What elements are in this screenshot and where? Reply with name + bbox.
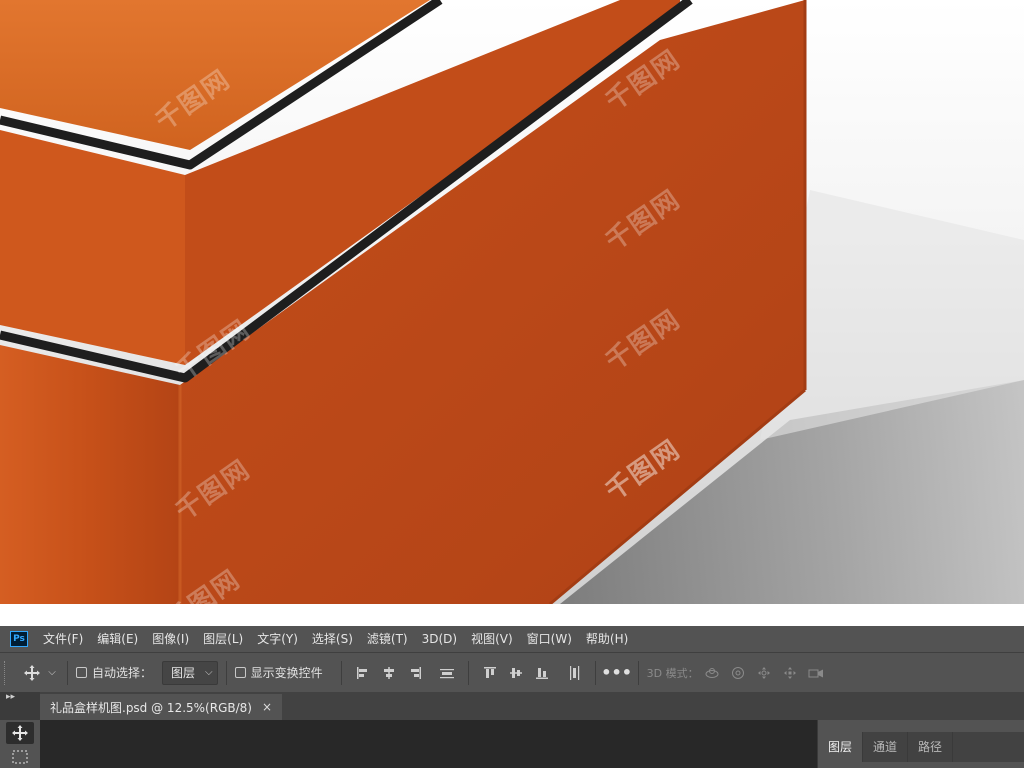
align-bottom-icon[interactable] [529,660,555,686]
auto-select-label: 自动选择： [92,666,153,680]
workspace: 图层 通道 路径 [0,720,1024,768]
divider [67,660,68,685]
menu-window[interactable]: 窗口(W) [520,626,579,652]
divider [467,660,469,685]
auto-select-target-value: 图层 [171,666,196,680]
3d-orbit-icon[interactable] [699,660,725,686]
divider [340,660,342,685]
product-photo: 千图网 千图网 千图网 千图网 千图网 千图网 千图网 千图网 [0,0,1024,604]
3d-camera-icon[interactable] [803,660,829,686]
align-vertical-center-icon[interactable] [503,660,529,686]
auto-select-target-dropdown[interactable]: 图层 ⌵ [162,660,218,685]
menu-select[interactable]: 选择(S) [305,626,360,652]
distribute-vertical-icon[interactable] [561,660,587,686]
marquee-tool-icon[interactable] [6,746,34,768]
image-gap [0,604,1024,626]
menu-3d[interactable]: 3D(D) [415,626,464,652]
3d-slide-icon[interactable] [777,660,803,686]
panel-tabs: 图层 通道 路径 [818,732,1024,762]
photoshop-logo-icon: Ps [10,631,28,647]
chevron-down-icon: ⌵ [205,667,213,678]
chevron-down-icon[interactable]: ⌵ [45,660,59,686]
move-tool-icon[interactable] [6,722,34,744]
toolbar-collapse-handle[interactable]: ▸▸ [0,692,40,720]
auto-select-checkbox[interactable] [76,667,87,678]
align-top-icon[interactable] [477,660,503,686]
menu-help[interactable]: 帮助(H) [579,626,635,652]
show-transform-checkbox[interactable] [234,667,246,678]
menu-view[interactable]: 视图(V) [464,626,520,652]
menu-edit[interactable]: 编辑(E) [90,626,145,652]
menu-image[interactable]: 图像(I) [145,626,196,652]
distribute-horizontal-icon[interactable] [434,660,460,686]
document-tab-title: 礼品盒样机图.psd @ 12.5%(RGB/8) [50,700,252,715]
document-tab[interactable]: 礼品盒样机图.psd @ 12.5%(RGB/8) × [40,694,283,720]
more-options-icon[interactable]: ••• [601,660,632,686]
align-left-icon[interactable] [350,660,376,686]
tab-paths[interactable]: 路径 [908,732,954,762]
menu-file[interactable]: 文件(F) [36,626,90,652]
align-right-icon[interactable] [402,660,428,686]
3d-pan-icon[interactable] [751,660,777,686]
3d-mode-label: 3D 模式： [646,666,699,680]
menu-bar: Ps 文件(F) 编辑(E) 图像(I) 图层(L) 文字(Y) 选择(S) 滤… [0,626,1024,652]
close-icon[interactable]: × [262,700,272,714]
menu-layer[interactable]: 图层(L) [196,626,250,652]
divider [637,660,639,685]
tab-channels[interactable]: 通道 [863,732,909,762]
move-tool-preset-icon[interactable] [19,660,45,686]
gift-box-illustration [0,0,1024,604]
options-grip[interactable] [4,660,11,685]
options-bar: ⌵ 自动选择： 图层 ⌵ 显示变换控件 ••• 3D 模式： [0,652,1024,692]
divider [594,660,596,685]
tools-panel [0,720,40,768]
show-transform-label: 显示变换控件 [250,666,323,680]
menu-type[interactable]: 文字(Y) [250,626,305,652]
3d-roll-icon[interactable] [725,660,751,686]
expand-arrows-icon[interactable]: ▸▸ [6,692,15,702]
tab-layers[interactable]: 图层 [818,732,864,762]
align-horizontal-center-icon[interactable] [376,660,402,686]
layers-panel: 图层 通道 路径 [817,720,1024,768]
document-tab-bar: ▸▸ 礼品盒样机图.psd @ 12.5%(RGB/8) × [0,692,1024,720]
menu-filter[interactable]: 滤镜(T) [360,626,415,652]
divider [225,660,227,685]
